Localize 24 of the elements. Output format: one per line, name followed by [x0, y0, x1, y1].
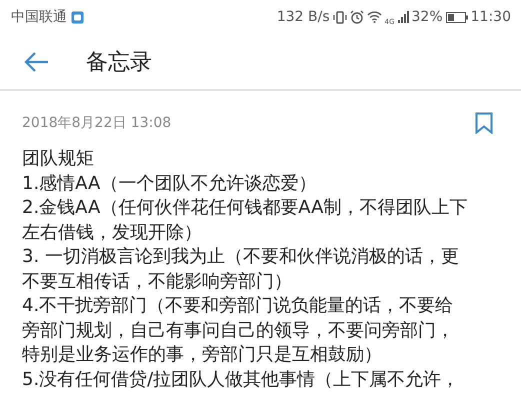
vibrate-icon: [332, 10, 347, 24]
alarm-icon: [350, 10, 364, 24]
bookmark-button[interactable]: [475, 112, 493, 134]
note-line: 旁部门规划，自己有事问自己的领导，不要问旁部门，: [22, 318, 454, 342]
note-line: 1.感情AA（一个团队不允许谈恋爱）: [22, 172, 316, 196]
back-button[interactable]: [24, 52, 49, 72]
note-line: 5.没有任何借贷/拉团队人做其他事情（上下属不允许，: [22, 368, 460, 392]
battery-percent: 32%: [412, 9, 443, 25]
signal-icon: [398, 11, 409, 23]
network-speed: 132 B/s: [276, 9, 330, 25]
note-line: 2.金钱AA（任何伙伴花任何钱都要AA制，不得团队上下: [22, 196, 468, 220]
note-line: 左右借钱，发现开除）: [22, 220, 202, 244]
clock-time: 11:30: [470, 9, 511, 25]
app-notification-icon: [71, 10, 84, 24]
wifi-icon: [366, 11, 382, 23]
page-title: 备忘录: [86, 48, 152, 76]
note-line: 3. 一切消极言论到我为止（不要和伙伴说消极的话，更: [22, 245, 459, 269]
note-line: 团队规矩: [22, 147, 94, 171]
note-line: 特别是业务运作的事，旁部门只是互相鼓励）: [22, 343, 382, 367]
note-date: 2018年8月22日 13:08: [22, 114, 172, 132]
note-line: 4.不干扰旁部门（不要和旁部门说负能量的话，不要给: [22, 294, 454, 318]
battery-icon: [446, 12, 468, 22]
carrier-name: 中国联通: [11, 8, 67, 26]
note-line: 不要互相传话，不能影响旁部门）: [22, 270, 292, 294]
